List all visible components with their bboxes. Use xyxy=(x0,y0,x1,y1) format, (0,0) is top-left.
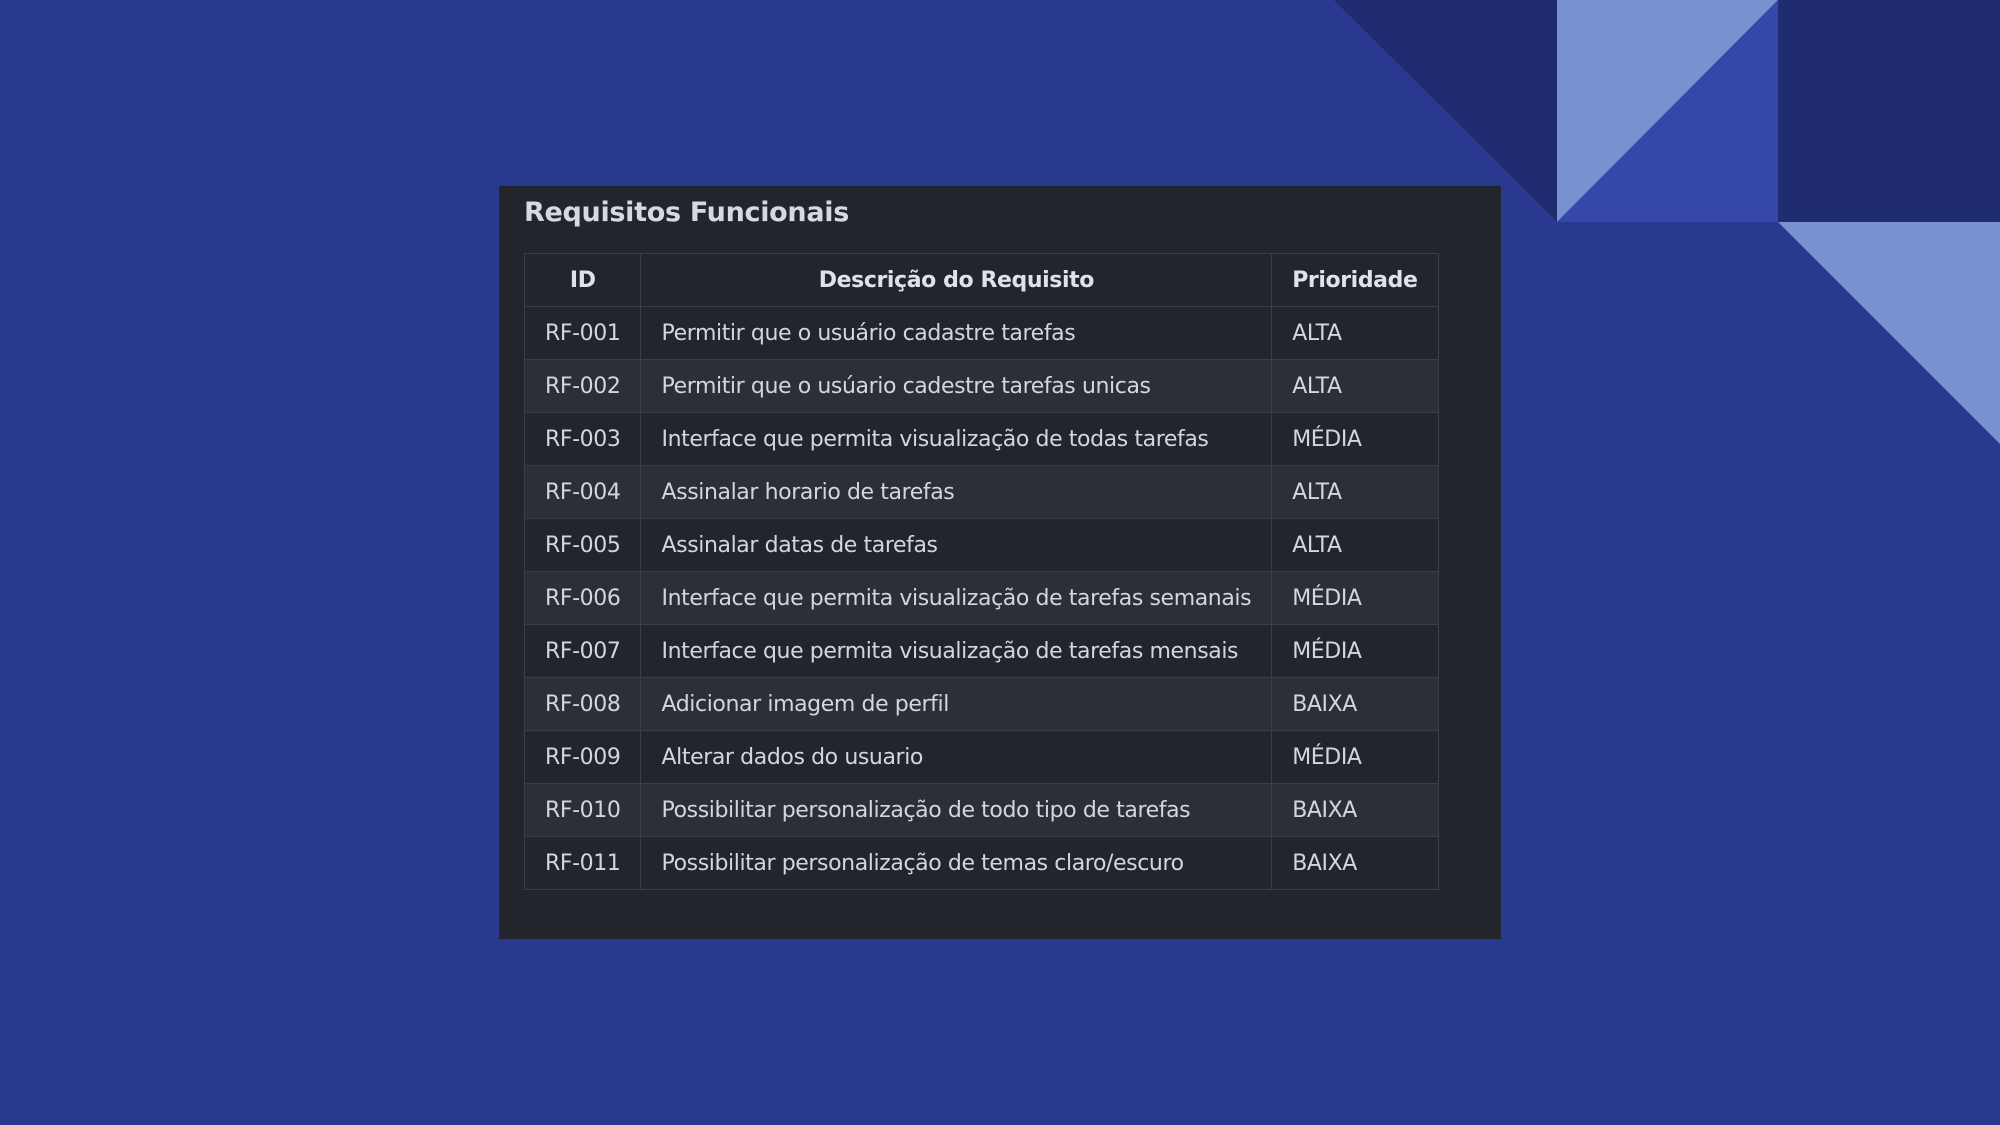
table-row: RF-006 Interface que permita visualizaçã… xyxy=(523,571,1439,625)
table-row: RF-005 Assinalar datas de tarefas ALTA xyxy=(523,518,1439,572)
table-row: RF-004 Assinalar horario de tarefas ALTA xyxy=(523,465,1439,519)
requirement-description: Adicionar imagem de perfil xyxy=(640,677,1273,731)
deco-light-triangle xyxy=(1557,0,1778,222)
deco-dark-square xyxy=(1778,0,2000,222)
requirement-description: Permitir que o usúario cadestre tarefas … xyxy=(640,359,1273,413)
requirement-description: Alterar dados do usuario xyxy=(640,730,1273,784)
requirement-id: RF-004 xyxy=(523,465,642,519)
requirements-panel: Requisitos Funcionais ID Descrição do Re… xyxy=(499,186,1501,939)
requirement-priority: MÉDIA xyxy=(1271,624,1439,678)
requirement-priority: MÉDIA xyxy=(1271,571,1439,625)
table-header-row: ID Descrição do Requisito Prioridade xyxy=(523,253,1439,307)
requirement-id: RF-003 xyxy=(523,412,642,466)
table-row: RF-007 Interface que permita visualizaçã… xyxy=(523,624,1439,678)
header-priority: Prioridade xyxy=(1271,253,1439,307)
requirement-priority: MÉDIA xyxy=(1271,412,1439,466)
requirement-id: RF-011 xyxy=(523,836,642,890)
table-row: RF-008 Adicionar imagem de perfil BAIXA xyxy=(523,677,1439,731)
requirement-id: RF-006 xyxy=(523,571,642,625)
requirement-description: Possibilitar personalização de temas cla… xyxy=(640,836,1273,890)
requirement-id: RF-009 xyxy=(523,730,642,784)
table-row: RF-001 Permitir que o usuário cadastre t… xyxy=(523,306,1439,360)
requirement-id: RF-008 xyxy=(523,677,642,731)
requirement-id: RF-007 xyxy=(523,624,642,678)
header-id: ID xyxy=(523,253,642,307)
slide: Requisitos Funcionais ID Descrição do Re… xyxy=(0,0,2000,1125)
deco-light-lower-triangle xyxy=(1778,222,2000,444)
header-description: Descrição do Requisito xyxy=(640,253,1273,307)
requirement-id: RF-005 xyxy=(523,518,642,572)
requirement-priority: ALTA xyxy=(1271,359,1439,413)
requirement-description: Assinalar horario de tarefas xyxy=(640,465,1273,519)
requirement-description: Interface que permita visualização de to… xyxy=(640,412,1273,466)
table-row: RF-011 Possibilitar personalização de te… xyxy=(523,836,1439,890)
table-row: RF-002 Permitir que o usúario cadestre t… xyxy=(523,359,1439,413)
requirement-description: Assinalar datas de tarefas xyxy=(640,518,1273,572)
deco-mid-triangle xyxy=(1557,0,1778,222)
requirement-priority: MÉDIA xyxy=(1271,730,1439,784)
requirement-priority: BAIXA xyxy=(1271,783,1439,837)
requirement-priority: ALTA xyxy=(1271,306,1439,360)
table-row: RF-010 Possibilitar personalização de to… xyxy=(523,783,1439,837)
table-row: RF-009 Alterar dados do usuario MÉDIA xyxy=(523,730,1439,784)
requirement-id: RF-002 xyxy=(523,359,642,413)
requirement-priority: ALTA xyxy=(1271,465,1439,519)
requirement-description: Possibilitar personalização de todo tipo… xyxy=(640,783,1273,837)
requirement-description: Interface que permita visualização de ta… xyxy=(640,571,1273,625)
panel-title: Requisitos Funcionais xyxy=(524,197,849,228)
requirement-id: RF-001 xyxy=(523,306,642,360)
requirement-id: RF-010 xyxy=(523,783,642,837)
requirement-priority: BAIXA xyxy=(1271,677,1439,731)
requirement-priority: BAIXA xyxy=(1271,836,1439,890)
requirement-description: Permitir que o usuário cadastre tarefas xyxy=(640,306,1273,360)
table-row: RF-003 Interface que permita visualizaçã… xyxy=(523,412,1439,466)
requirements-table: ID Descrição do Requisito Prioridade RF-… xyxy=(523,253,1439,890)
requirement-description: Interface que permita visualização de ta… xyxy=(640,624,1273,678)
requirement-priority: ALTA xyxy=(1271,518,1439,572)
